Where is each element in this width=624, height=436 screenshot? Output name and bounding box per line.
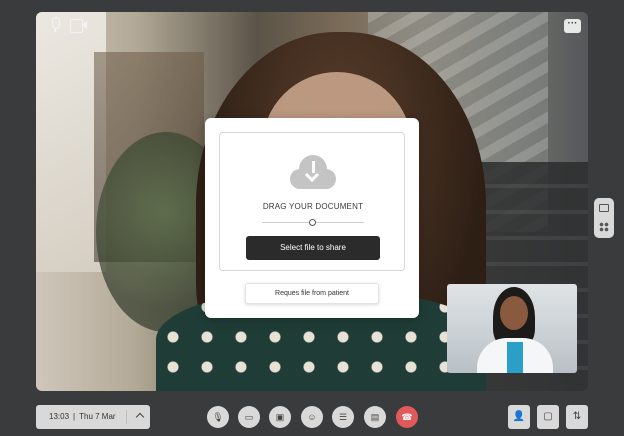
microphone-icon: 🎙 xyxy=(212,412,224,422)
emoji-icon: ☺ xyxy=(307,412,317,422)
side-panel[interactable] xyxy=(594,198,614,238)
chevron-up-icon[interactable] xyxy=(135,412,145,422)
doctor-scrub xyxy=(507,342,523,373)
request-file-button[interactable]: Reques file from patient xyxy=(245,283,379,304)
chat-icon: ▢ xyxy=(543,411,553,422)
video-call-window: ··· DRAG YOUR DOCUMENT Select file to sh… xyxy=(0,0,624,436)
call-time-pill[interactable]: 13:03 | Thu 7 Mar xyxy=(36,405,150,429)
camera-button[interactable]: ▭ xyxy=(238,406,260,428)
drag-document-label: DRAG YOUR DOCUMENT xyxy=(262,202,364,211)
participants-button[interactable]: 👤 xyxy=(508,405,530,429)
microphone-icon[interactable] xyxy=(50,17,60,32)
call-date: Thu 7 Mar xyxy=(79,412,116,421)
picture-in-picture-icon[interactable] xyxy=(599,204,609,212)
mute-button[interactable]: 🎙 xyxy=(207,406,229,428)
camera-icon[interactable] xyxy=(70,19,87,33)
document-button[interactable]: ▤ xyxy=(364,406,386,428)
list-icon: ☰ xyxy=(338,412,348,422)
grid-dots-icon[interactable] xyxy=(599,222,609,232)
camera-icon: ▭ xyxy=(244,412,254,422)
cloud-download-icon xyxy=(290,155,336,189)
emoji-button[interactable]: ☺ xyxy=(301,406,323,428)
document-icon: ▤ xyxy=(370,412,380,422)
end-call-button[interactable]: ☎ xyxy=(396,406,418,428)
settings-sliders-icon: ⇅ xyxy=(572,411,582,422)
file-drop-zone[interactable]: DRAG YOUR DOCUMENT Select file to share xyxy=(219,132,405,271)
screen-share-icon: ▣ xyxy=(275,412,285,422)
chat-button[interactable]: ▢ xyxy=(537,405,559,429)
person-icon: 👤 xyxy=(512,411,526,422)
screen-share-button[interactable]: ▣ xyxy=(269,406,291,428)
doctor-face xyxy=(500,296,528,330)
top-status-icons xyxy=(50,17,87,33)
end-call-icon: ☎ xyxy=(401,412,413,422)
share-file-modal: DRAG YOUR DOCUMENT Select file to share … xyxy=(205,118,419,318)
settings-button[interactable]: ⇅ xyxy=(566,405,588,429)
more-icon[interactable]: ··· xyxy=(564,19,581,33)
upload-progress-knob xyxy=(309,219,316,226)
list-button[interactable]: ☰ xyxy=(332,406,354,428)
call-time: 13:03 xyxy=(49,412,70,421)
select-file-button[interactable]: Select file to share xyxy=(246,236,380,260)
divider xyxy=(126,410,127,424)
doctor-video-pip[interactable] xyxy=(447,284,577,373)
